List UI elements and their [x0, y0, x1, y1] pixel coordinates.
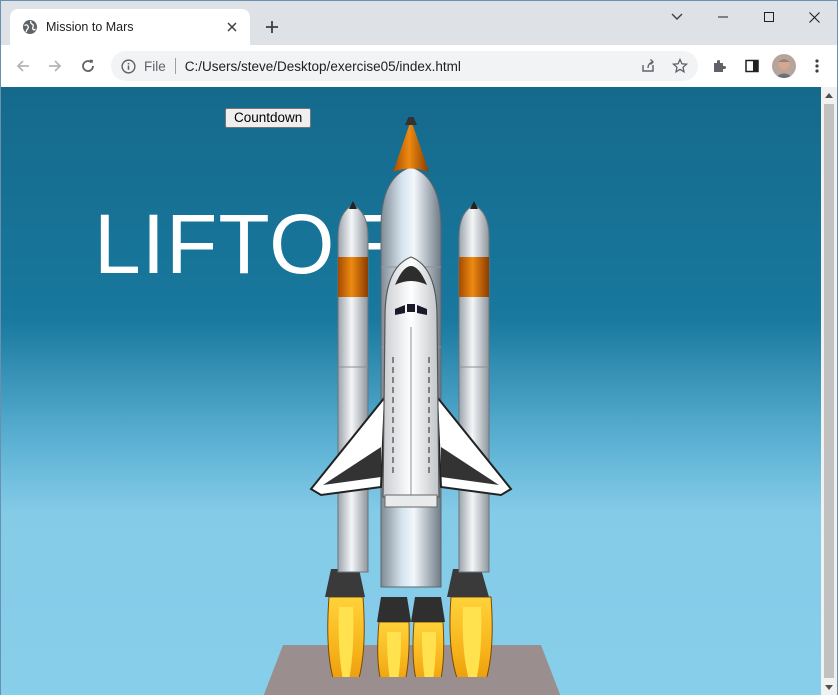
share-icon[interactable]	[636, 54, 660, 78]
menu-kebab-icon[interactable]	[803, 52, 831, 80]
scroll-up-arrow-icon[interactable]	[821, 87, 837, 103]
globe-icon	[22, 19, 38, 35]
close-window-button[interactable]	[791, 1, 837, 33]
maximize-button[interactable]	[746, 1, 792, 33]
tab-mission-to-mars[interactable]: Mission to Mars	[10, 9, 250, 45]
countdown-button[interactable]: Countdown	[225, 108, 312, 128]
address-bar[interactable]: File C:/Users/steve/Desktop/exercise05/i…	[111, 51, 698, 81]
scrollbar-thumb[interactable]	[824, 104, 834, 678]
engine-flames	[327, 596, 493, 677]
scheme-label: File	[144, 58, 166, 74]
page-viewport: Countdown LIFTOFF	[1, 87, 821, 695]
side-panel-icon[interactable]	[738, 52, 766, 80]
back-button[interactable]	[9, 52, 37, 80]
new-tab-button[interactable]	[261, 16, 283, 38]
address-divider	[174, 58, 176, 74]
minimize-button[interactable]	[700, 1, 746, 33]
vertical-scrollbar[interactable]	[821, 87, 837, 695]
scroll-down-arrow-icon[interactable]	[821, 679, 837, 695]
extensions-icon[interactable]	[705, 52, 733, 80]
browser-toolbar: File C:/Users/steve/Desktop/exercise05/i…	[1, 45, 837, 87]
url-text[interactable]: C:/Users/steve/Desktop/exercise05/index.…	[185, 59, 461, 74]
info-icon[interactable]	[120, 58, 136, 74]
tab-search-icon[interactable]	[654, 1, 700, 33]
space-shuttle-image	[309, 117, 513, 677]
tab-title: Mission to Mars	[46, 20, 134, 34]
profile-avatar[interactable]	[772, 54, 796, 78]
forward-button[interactable]	[41, 52, 69, 80]
browser-window: Mission to Mars File C:/Users/steve/Desk…	[0, 0, 838, 695]
bookmark-star-icon[interactable]	[668, 54, 692, 78]
reload-button[interactable]	[74, 52, 102, 80]
tab-strip: Mission to Mars	[1, 1, 837, 45]
close-tab-icon[interactable]	[222, 17, 242, 37]
